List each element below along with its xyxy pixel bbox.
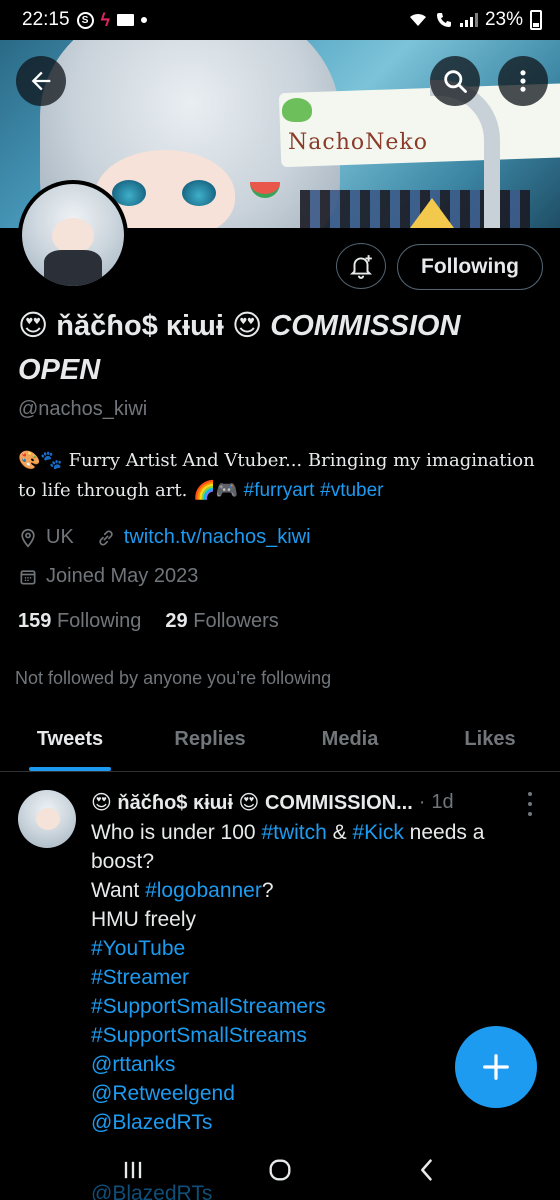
- tweet-text-segment: Who is under 100: [91, 821, 262, 844]
- skype-icon: S: [76, 11, 94, 29]
- flash-icon: ϟ: [100, 9, 111, 30]
- bio-hashtag[interactable]: #furryart: [244, 480, 315, 501]
- tweet-more-button[interactable]: [522, 792, 538, 816]
- avatar-body: [44, 250, 102, 286]
- followers-count-link[interactable]: 29 Followers: [165, 610, 278, 633]
- tweet-line: HMU freely: [91, 908, 197, 931]
- battery-icon: [530, 10, 542, 30]
- back-button[interactable]: [16, 56, 66, 106]
- arrow-left-icon: [31, 71, 51, 91]
- bio-emoji: 🌈🎮: [193, 480, 238, 501]
- search-button[interactable]: [430, 56, 480, 106]
- status-bar: 22:15 S ϟ 23%: [0, 0, 560, 40]
- tab-replies[interactable]: Replies: [140, 712, 280, 771]
- tweet-timestamp[interactable]: 1d: [431, 791, 453, 814]
- tweet-hashtag[interactable]: #logobanner: [145, 879, 262, 902]
- notifications-button[interactable]: [336, 243, 386, 289]
- bell-plus-icon: [349, 255, 373, 279]
- battery-percent: 23%: [484, 9, 523, 30]
- dot-icon: [141, 17, 148, 23]
- tweet-mention[interactable]: @BlazedRTs: [91, 1108, 531, 1137]
- recent-apps-icon[interactable]: [119, 1156, 147, 1184]
- tweet-hashtag[interactable]: #SupportSmallStreamers: [91, 992, 531, 1021]
- signal-icon: [459, 13, 478, 27]
- tab-media[interactable]: Media: [280, 712, 420, 771]
- tweet-text-segment: Want: [91, 879, 146, 902]
- following-label: Following: [56, 610, 142, 632]
- status-bar-right: 23%: [408, 9, 542, 31]
- followers-label: Followers: [193, 610, 279, 632]
- profile-tabs: Tweets Replies Media Likes: [0, 712, 560, 772]
- back-nav-icon[interactable]: [413, 1156, 441, 1184]
- avatar-face: [52, 218, 94, 254]
- profile-location: UK: [46, 526, 74, 548]
- followers-count: 29: [165, 610, 188, 632]
- bio-emoji: 🎨🐾: [18, 450, 63, 471]
- search-icon: [444, 70, 467, 93]
- profile-counts: 159 Following 29 Followers: [18, 610, 279, 633]
- banner-character-eye: [182, 180, 216, 206]
- tweet-hashtag[interactable]: #YouTube: [91, 934, 531, 963]
- status-time: 22:15: [22, 9, 70, 30]
- tweet-hashtag[interactable]: #Streamer: [91, 963, 531, 992]
- tweet-text-segment: &: [326, 821, 353, 844]
- banner-frog: [282, 98, 312, 122]
- following-count: 159: [18, 610, 52, 632]
- compose-tweet-button[interactable]: [455, 1026, 537, 1108]
- plus-icon: [483, 1054, 509, 1080]
- profile-meta-location-row: UK twitch.tv/nachos_kiwi: [18, 526, 311, 549]
- profile-avatar[interactable]: [18, 180, 128, 290]
- profile-meta-joined-row: Joined May 2023: [18, 565, 198, 588]
- emoji-heart-eyes: 😍: [18, 308, 49, 342]
- location-pin-icon: [21, 528, 35, 548]
- tweet-hashtag[interactable]: #Kick: [352, 821, 403, 844]
- mail-icon: [117, 14, 135, 26]
- tweet-author-avatar[interactable]: [18, 790, 76, 848]
- profile-website-link[interactable]: twitch.tv/nachos_kiwi: [124, 526, 311, 549]
- tweet-header: 😍 ňăčɦo$ ĸɨɯɨ 😍 COMMISSION... · 1d: [91, 790, 531, 815]
- avatar-image: [22, 184, 124, 286]
- display-name-core: ňăčɦo$ ĸɨɯɨ: [56, 310, 224, 342]
- emoji-heart-eyes: 😍: [231, 308, 263, 342]
- tweet-line: Want #logobanner?: [91, 876, 531, 905]
- home-icon[interactable]: [266, 1156, 294, 1184]
- call-icon: [436, 13, 451, 27]
- tab-likes[interactable]: Likes: [420, 712, 560, 771]
- tweet-text-segment: ?: [261, 879, 274, 902]
- tweet-separator: ·: [418, 791, 426, 813]
- tab-tweets[interactable]: Tweets: [0, 712, 140, 771]
- bio-hashtag[interactable]: #vtuber: [320, 480, 383, 501]
- wifi-icon: [409, 13, 426, 26]
- following-count-link[interactable]: 159 Following: [18, 610, 141, 633]
- status-bar-left: 22:15 S ϟ: [22, 9, 148, 31]
- more-vertical-icon: [520, 70, 526, 92]
- link-icon: [99, 529, 113, 546]
- not-followed-notice: Not followed by anyone you’re following: [15, 668, 332, 688]
- tweet-hashtag[interactable]: #twitch: [261, 821, 326, 844]
- banner-sign-text: NachoNeko: [288, 130, 428, 155]
- following-button[interactable]: Following: [397, 244, 543, 290]
- profile-handle: @nachos_kiwi: [18, 398, 148, 420]
- more-button[interactable]: [498, 56, 548, 106]
- tweet-author-name[interactable]: 😍 ňăčɦo$ ĸɨɯɨ 😍 COMMISSION...: [91, 790, 413, 815]
- system-navigation-bar: [0, 1140, 560, 1200]
- calendar-icon: [20, 569, 36, 584]
- display-name: 😍 ňăčɦo$ ĸɨɯɨ 😍 COMMISSION OPEN: [18, 303, 548, 392]
- profile-joined-date: Joined May 2023: [46, 565, 199, 587]
- tweet-overflow-ghost-text: @BlazedRTs: [91, 1182, 213, 1200]
- profile-bio: 🎨🐾 Furry Artist And Vtuber... Bringing m…: [18, 446, 548, 506]
- avatar-face: [36, 808, 60, 830]
